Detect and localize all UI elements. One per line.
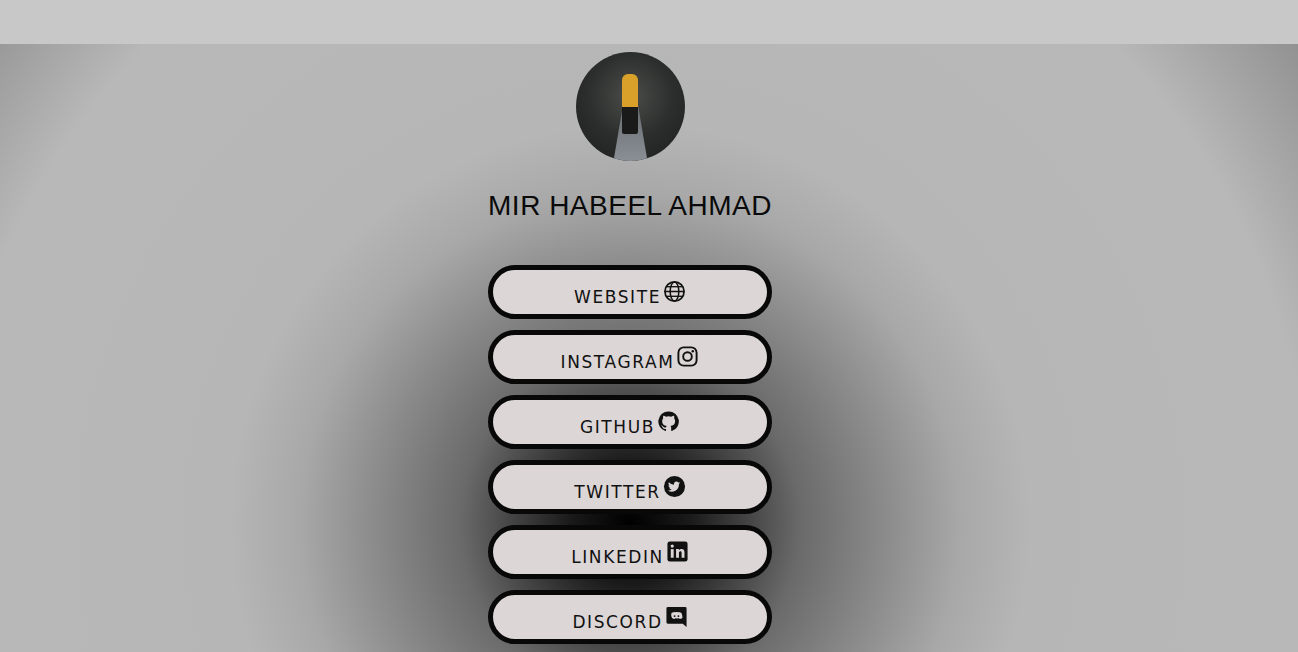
page: MIR HABEEL AHMAD WEBSITE INSTAGRAM GITHUB TW… [0, 0, 1298, 652]
avatar-figure [622, 74, 638, 134]
linkedin-icon [666, 540, 689, 563]
top-bar [0, 0, 1298, 44]
link-label: DISCORD [572, 612, 662, 632]
link-list: WEBSITE INSTAGRAM GITHUB TWITTER LINKEDIN DIS… [488, 265, 772, 644]
link-button[interactable]: LINKEDIN [488, 525, 772, 579]
link-label: INSTAGRAM [561, 352, 675, 372]
avatar-photo [576, 52, 685, 161]
profile-column: MIR HABEEL AHMAD WEBSITE INSTAGRAM GITHUB TW… [488, 44, 772, 652]
globe-icon [663, 280, 686, 303]
link-label: TWITTER [574, 482, 660, 502]
link-button[interactable]: INSTAGRAM [488, 330, 772, 384]
discord-icon [665, 605, 688, 628]
link-label: LINKEDIN [571, 547, 664, 567]
link-button[interactable]: TWITTER [488, 460, 772, 514]
profile-name: MIR HABEEL AHMAD [488, 189, 772, 223]
profile-area: MIR HABEEL AHMAD WEBSITE INSTAGRAM GITHUB TW… [0, 44, 1298, 652]
link-label: GITHUB [580, 417, 655, 437]
twitter-icon [663, 475, 686, 498]
link-button[interactable]: GITHUB [488, 395, 772, 449]
github-icon [657, 410, 680, 433]
link-label: WEBSITE [574, 287, 661, 307]
link-button[interactable]: DISCORD [488, 590, 772, 644]
link-button[interactable]: WEBSITE [488, 265, 772, 319]
instagram-icon [676, 345, 699, 368]
